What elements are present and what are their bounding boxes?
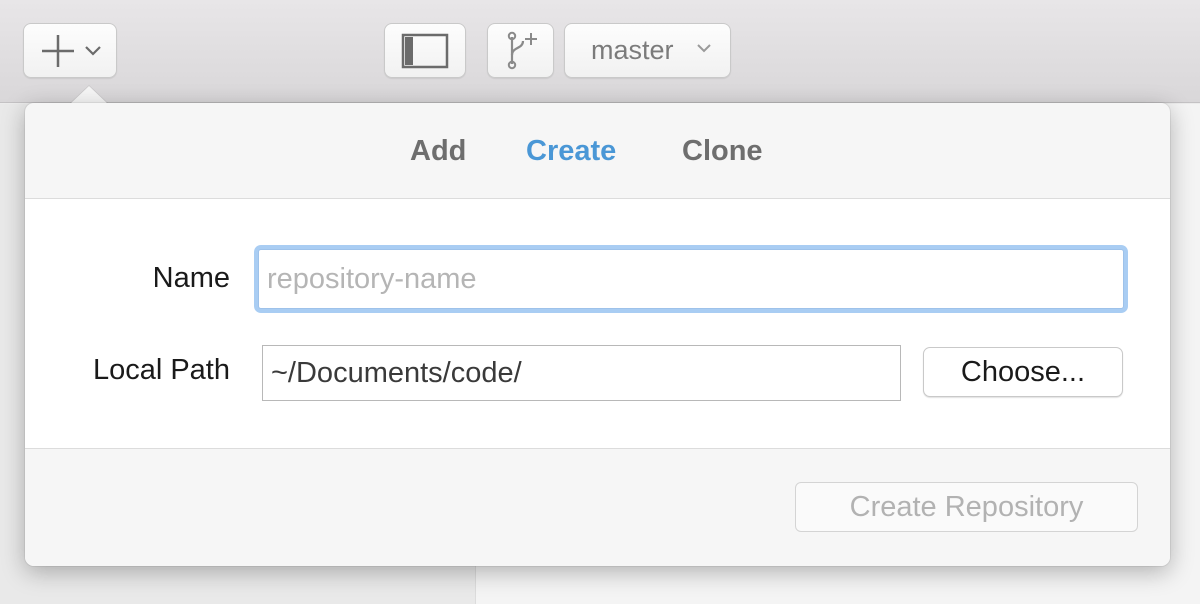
popover-arrow xyxy=(70,86,108,104)
new-branch-button[interactable] xyxy=(487,23,554,78)
create-repository-button[interactable]: Create Repository xyxy=(795,482,1138,532)
new-branch-icon xyxy=(507,31,537,69)
local-path-label: Local Path xyxy=(92,354,230,386)
tab-add[interactable]: Add xyxy=(410,135,466,168)
plus-icon xyxy=(42,34,74,67)
popover-footer: Create Repository xyxy=(25,449,1170,566)
choose-path-button[interactable]: Choose... xyxy=(923,347,1123,397)
new-repository-popover: Add Create Clone Name Local Path Choose.… xyxy=(25,103,1170,566)
chevron-down-icon xyxy=(85,45,101,56)
chevron-down-icon xyxy=(697,44,711,53)
sidebar-toggle-icon xyxy=(401,33,449,68)
name-label: Name xyxy=(152,262,230,294)
branch-name: master xyxy=(591,35,674,65)
local-path-input[interactable] xyxy=(262,345,901,401)
popover-tabs: Add Create Clone xyxy=(25,103,1170,199)
repository-name-input[interactable] xyxy=(258,249,1124,309)
tab-clone[interactable]: Clone xyxy=(682,135,763,168)
tab-create[interactable]: Create xyxy=(526,135,616,168)
toggle-sidebar-button[interactable] xyxy=(384,23,466,78)
toolbar: master xyxy=(0,0,1200,103)
branch-selector[interactable]: master xyxy=(564,23,731,78)
add-repository-button[interactable] xyxy=(23,23,117,78)
create-repository-form: Name Local Path Choose... xyxy=(25,199,1170,449)
